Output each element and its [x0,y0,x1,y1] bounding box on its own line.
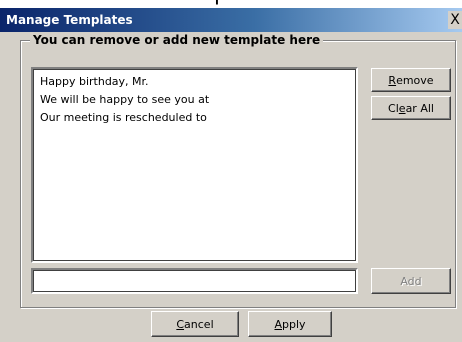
window-title: Manage Templates [6,13,133,27]
clear-all-label-start: Cl [388,101,399,115]
group-legend: You can remove or add new template here [30,32,324,48]
cancel-button[interactable]: Cancel [151,311,239,337]
clear-all-button[interactable]: Cl e ar All [371,96,451,120]
title-bar[interactable]: Manage Templates X [0,8,462,32]
clear-all-mnemonic: e [398,101,406,115]
new-template-input[interactable] [31,268,358,294]
close-icon[interactable]: X [448,11,462,29]
remove-button[interactable]: Remove [371,68,451,92]
add-button-label: Add [400,274,422,288]
apply-button-label: pply [282,317,306,331]
remove-button-label: emove [396,73,434,87]
clear-all-label-end: ar All [405,101,434,115]
cancel-button-mnemonic: C [176,317,185,331]
apply-button-mnemonic: A [274,317,282,331]
templates-listbox[interactable]: Happy birthday, Mr. We will be happy to … [31,67,358,263]
remove-button-mnemonic: R [388,73,397,87]
list-item[interactable]: We will be happy to see you at [40,91,209,109]
list-item[interactable]: Our meeting is rescheduled to [40,109,207,127]
list-item[interactable]: Happy birthday, Mr. [40,73,149,91]
background-caption: tes within a special submenu. [0,0,462,8]
cancel-button-label: ancel [184,317,214,331]
add-button[interactable]: Add [371,268,451,294]
apply-button[interactable]: Apply [248,311,332,337]
